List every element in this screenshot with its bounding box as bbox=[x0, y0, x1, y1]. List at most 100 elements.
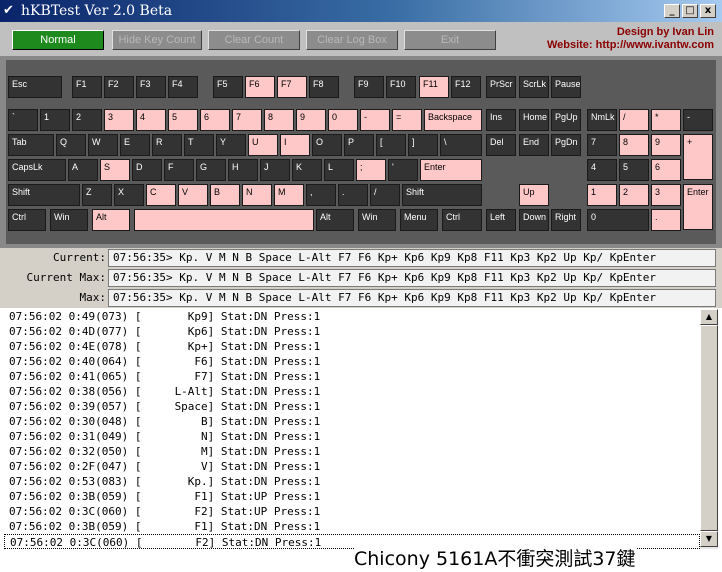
key-f9: F9 bbox=[354, 76, 384, 98]
key-ins: Ins bbox=[486, 109, 516, 131]
check-icon: ✔ bbox=[3, 3, 14, 18]
clear-count-button[interactable]: Clear Count bbox=[208, 30, 300, 50]
key-comma: , bbox=[306, 184, 336, 206]
key-tab: Tab bbox=[8, 134, 54, 156]
key-right-win: Win bbox=[358, 209, 396, 231]
key-end: End bbox=[519, 134, 549, 156]
key-f6: F6 bbox=[245, 76, 275, 98]
key-j: J bbox=[260, 159, 290, 181]
key-left-ctrl: Ctrl bbox=[8, 209, 46, 231]
key-period: . bbox=[338, 184, 368, 206]
key-m: M bbox=[274, 184, 304, 206]
log-line: 07:56:02 0:41(065) [ F7] Stat:DN Press:1 bbox=[9, 370, 321, 383]
key-l: L bbox=[324, 159, 354, 181]
key-8: 8 bbox=[264, 109, 294, 131]
minimize-button[interactable]: _ bbox=[664, 4, 680, 18]
current-row: Current: 07:56:35> Kp. V M N B Space L-A… bbox=[0, 248, 722, 268]
max-field: 07:56:35> Kp. V M N B Space L-Alt F7 F6 … bbox=[108, 289, 716, 307]
key-kp-2: 2 bbox=[619, 184, 649, 206]
key-backspace: Backspace bbox=[424, 109, 482, 131]
current-max-row: Current Max: 07:56:35> Kp. V M N B Space… bbox=[0, 268, 722, 288]
key-numlock: NmLk bbox=[587, 109, 617, 131]
key-o: O bbox=[312, 134, 342, 156]
key-prscr: PrScr bbox=[486, 76, 516, 98]
key-space bbox=[134, 209, 314, 231]
key-left-alt: Alt bbox=[92, 209, 130, 231]
key-kp-enter: Enter bbox=[683, 184, 713, 230]
key-quote: ' bbox=[388, 159, 418, 181]
key-kp-6: 6 bbox=[651, 159, 681, 181]
close-button[interactable]: x bbox=[700, 4, 716, 18]
key-enter: Enter bbox=[420, 159, 482, 181]
log-line: 07:56:02 0:4E(078) [ Kp+] Stat:DN Press:… bbox=[9, 340, 321, 353]
log-line: 07:56:02 0:39(057) [ Space] Stat:DN Pres… bbox=[9, 400, 321, 413]
key-left-shift: Shift bbox=[8, 184, 80, 206]
key-k: K bbox=[292, 159, 322, 181]
key-kp-dot: . bbox=[651, 209, 681, 231]
scroll-down-icon[interactable]: ▼ bbox=[700, 531, 718, 547]
current-label: Current: bbox=[53, 251, 106, 264]
window-title: hKBTest Ver 2.0 Beta bbox=[21, 3, 173, 19]
key-right-ctrl: Ctrl bbox=[442, 209, 482, 231]
key-0: 0 bbox=[328, 109, 358, 131]
log-scrollbar[interactable]: ▲ ▼ bbox=[700, 309, 718, 549]
key-x: X bbox=[114, 184, 144, 206]
current-max-field: 07:56:35> Kp. V M N B Space L-Alt F7 F6 … bbox=[108, 269, 716, 287]
scroll-thumb[interactable] bbox=[700, 325, 718, 531]
key-5: 5 bbox=[168, 109, 198, 131]
exit-button[interactable]: Exit bbox=[404, 30, 496, 50]
max-label: Max: bbox=[79, 291, 107, 304]
key-pgdn: PgDn bbox=[551, 134, 581, 156]
toolbar: Normal Hide Key Count Clear Count Clear … bbox=[0, 22, 722, 56]
key-h: H bbox=[228, 159, 258, 181]
key-f3: F3 bbox=[136, 76, 166, 98]
keyboard-panel: Esc F1 F2 F3 F4 F5 F6 F7 F8 F9 F10 F11 F… bbox=[0, 56, 722, 248]
key-f5: F5 bbox=[213, 76, 243, 98]
key-9: 9 bbox=[296, 109, 326, 131]
key-minus: - bbox=[360, 109, 390, 131]
key-backtick: ` bbox=[8, 109, 38, 131]
key-kp-3: 3 bbox=[651, 184, 681, 206]
key-p: P bbox=[344, 134, 374, 156]
key-u: U bbox=[248, 134, 278, 156]
key-f10: F10 bbox=[386, 76, 416, 98]
key-kp-minus: - bbox=[683, 109, 713, 131]
key-del: Del bbox=[486, 134, 516, 156]
key-esc: Esc bbox=[8, 76, 62, 98]
caption-text: Chicony 5161A不衝突測試37鍵 bbox=[354, 547, 636, 571]
key-kp-8: 8 bbox=[619, 134, 649, 156]
current-field: 07:56:35> Kp. V M N B Space L-Alt F7 F6 … bbox=[108, 249, 716, 267]
key-left-win: Win bbox=[50, 209, 88, 231]
normal-button[interactable]: Normal bbox=[12, 30, 104, 50]
log-line: 07:56:02 0:49(073) [ Kp9] Stat:DN Press:… bbox=[9, 310, 321, 323]
key-menu: Menu bbox=[400, 209, 438, 231]
scroll-up-icon[interactable]: ▲ bbox=[700, 309, 718, 325]
key-f4: F4 bbox=[168, 76, 198, 98]
key-6: 6 bbox=[200, 109, 230, 131]
log-line: 07:56:02 0:30(048) [ B] Stat:DN Press:1 bbox=[9, 415, 321, 428]
key-home: Home bbox=[519, 109, 549, 131]
log-line: 07:56:02 0:38(056) [ L-Alt] Stat:DN Pres… bbox=[9, 385, 321, 398]
key-right-shift: Shift bbox=[402, 184, 482, 206]
key-backslash: \ bbox=[440, 134, 482, 156]
clear-log-box-button[interactable]: Clear Log Box bbox=[306, 30, 398, 50]
key-f11: F11 bbox=[419, 76, 449, 98]
hide-key-count-button[interactable]: Hide Key Count bbox=[112, 30, 202, 50]
key-t: T bbox=[184, 134, 214, 156]
title-bar[interactable]: ✔ hKBTest Ver 2.0 Beta _ □ x bbox=[0, 0, 722, 22]
key-f1: F1 bbox=[72, 76, 102, 98]
key-g: G bbox=[196, 159, 226, 181]
maximize-button[interactable]: □ bbox=[682, 4, 698, 18]
key-left-bracket: [ bbox=[376, 134, 406, 156]
key-scrlk: ScrLk bbox=[519, 76, 549, 98]
log-box[interactable]: 07:56:02 0:49(073) [ Kp9] Stat:DN Press:… bbox=[4, 309, 700, 551]
log-line: 07:56:02 0:3B(059) [ F1] Stat:DN Press:1 bbox=[9, 520, 321, 533]
max-row: Max: 07:56:35> Kp. V M N B Space L-Alt F… bbox=[0, 288, 722, 308]
key-right: Right bbox=[551, 209, 581, 231]
key-right-bracket: ] bbox=[408, 134, 438, 156]
key-s: S bbox=[100, 159, 130, 181]
key-up: Up bbox=[519, 184, 549, 206]
key-left: Left bbox=[486, 209, 516, 231]
key-n: N bbox=[242, 184, 272, 206]
key-d: D bbox=[132, 159, 162, 181]
